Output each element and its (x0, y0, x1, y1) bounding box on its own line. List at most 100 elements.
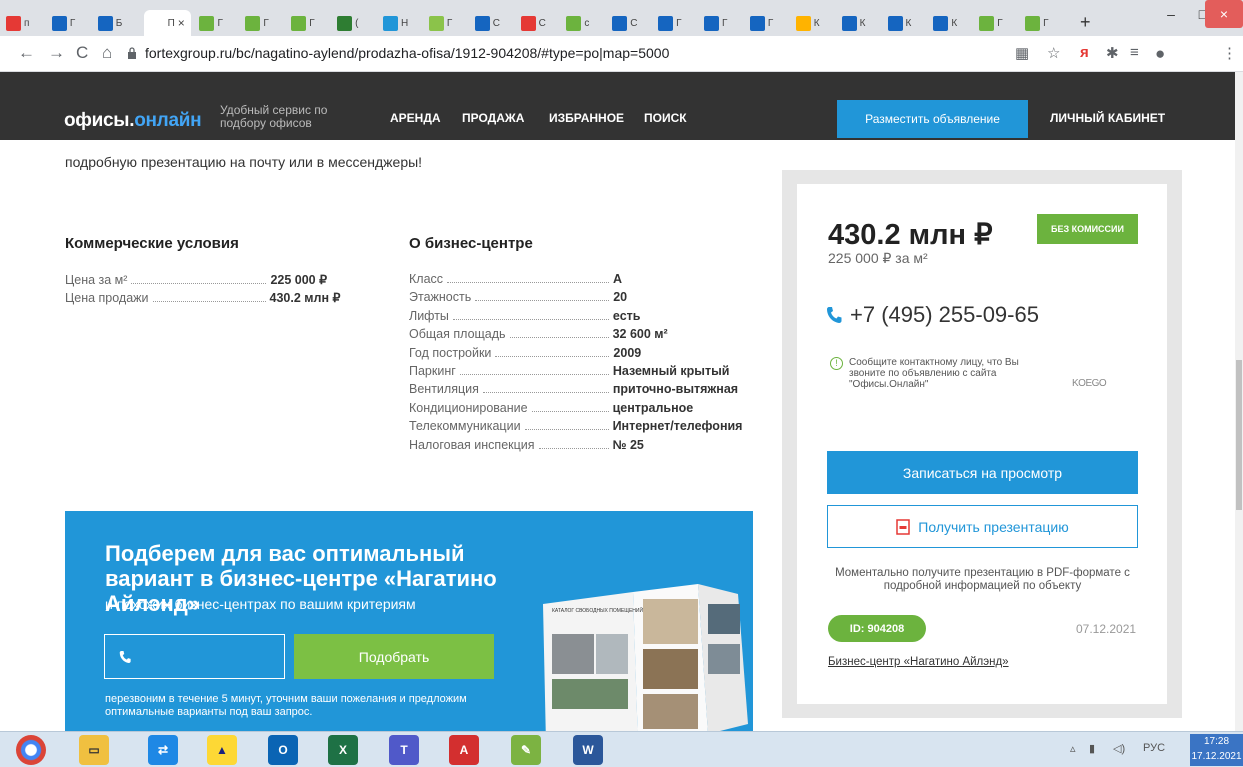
new-tab-button[interactable]: + (1080, 12, 1091, 33)
browser-tab[interactable]: Г (704, 10, 727, 36)
chrome-taskbar-icon[interactable] (16, 735, 46, 765)
browser-tab[interactable]: Г (199, 10, 223, 36)
nav-rent[interactable]: АРЕНДА (390, 111, 441, 125)
tab-title: С (630, 17, 638, 29)
excel-taskbar-icon[interactable]: X (328, 735, 358, 765)
tab-favicon-icon (566, 15, 582, 31)
browser-tab[interactable]: С (520, 10, 546, 36)
home-icon[interactable]: ⌂ (102, 43, 112, 63)
phone-link[interactable]: +7 (495) 255-09-65 (826, 302, 1039, 328)
tray-arrow-icon[interactable]: ▵ (1070, 742, 1076, 755)
forward-icon[interactable]: → (48, 43, 65, 63)
tab-favicon-icon (428, 15, 444, 31)
reload-icon[interactable]: C (76, 43, 88, 63)
browser-tab[interactable]: К (887, 10, 912, 36)
personal-cabinet-link[interactable]: ЛИЧНЫЙ КАБИНЕТ (1050, 111, 1165, 125)
extensions-icon[interactable]: ✱ (1106, 44, 1119, 62)
windows-taskbar: ▭ ⇄ ▲ O X T A ✎ W ▵ ▮ ◁) РУС 17:28 17.12… (0, 731, 1243, 767)
spec-label: Налоговая инспекция (409, 437, 535, 452)
spec-value: Интернет/телефония (612, 419, 743, 434)
lock-icon (128, 47, 136, 59)
site-logo[interactable]: офисы.онлайн (64, 110, 202, 132)
browser-tab[interactable]: Г (1025, 10, 1049, 36)
tab-title: К (905, 17, 912, 29)
spec-dotted-leader (452, 318, 609, 320)
browser-tab-active[interactable]: П × (143, 10, 191, 36)
acrobat-taskbar-icon[interactable]: A (449, 735, 479, 765)
business-center-link[interactable]: Бизнес-центр «Нагатино Айлэнд» (828, 656, 1009, 668)
browser-tab[interactable]: К (841, 10, 865, 36)
language-indicator[interactable]: РУС (1143, 742, 1165, 754)
address-bar[interactable]: fortexgroup.ru/bc/nagatino-aylend/prodaz… (145, 45, 669, 61)
scrollbar-thumb[interactable] (1236, 360, 1242, 510)
outlook-taskbar-icon[interactable]: O (268, 735, 298, 765)
spec-value: 32 600 м² (612, 327, 668, 342)
tab-close-icon[interactable]: × (178, 16, 185, 30)
word-taskbar-icon[interactable]: W (573, 735, 603, 765)
browser-tab[interactable]: ( (337, 10, 358, 36)
tab-favicon-icon (51, 15, 67, 31)
business-center-spec-row: Налоговая инспекция № 25 (409, 438, 644, 452)
spec-value: 430.2 млн ₽ (269, 291, 341, 306)
browser-tab[interactable]: С (474, 10, 500, 36)
teamviewer-taskbar-icon[interactable]: ⇄ (148, 735, 178, 765)
pick-button[interactable]: Подобрать (294, 634, 494, 679)
commercial-term-row: Цена продажи 430.2 млн ₽ (65, 290, 340, 305)
yandex-extension-icon[interactable]: я (1080, 44, 1089, 61)
browser-tab[interactable]: Г (658, 10, 682, 36)
tab-favicon-icon (887, 15, 903, 31)
nav-search[interactable]: ПОИСК (644, 111, 687, 125)
browser-tab[interactable]: Г (291, 10, 315, 36)
back-icon[interactable]: ← (18, 43, 35, 63)
close-window-button[interactable]: × (1205, 0, 1243, 28)
spec-label: Вентиляция (409, 382, 479, 397)
browser-tab[interactable]: К (933, 10, 957, 36)
browser-tab[interactable]: С (612, 10, 638, 36)
browser-tab[interactable]: Б (97, 10, 122, 36)
explorer-taskbar-icon[interactable]: ▭ (79, 735, 109, 765)
browser-tab[interactable]: Г (749, 10, 773, 36)
browser-tab[interactable]: Г (428, 10, 452, 36)
contact-note-text: Сообщите контактному лицу, что Вы звонит… (849, 357, 1019, 390)
menu-icon[interactable]: ⋮ (1222, 44, 1237, 62)
tab-favicon-icon (749, 15, 765, 31)
browser-tab[interactable]: с (566, 10, 589, 36)
browser-tab[interactable]: Г (979, 10, 1003, 36)
browser-tab[interactable]: Н (382, 10, 408, 36)
network-icon[interactable]: ▮ (1089, 742, 1095, 755)
spec-value: 20 (613, 290, 628, 305)
tab-title: С (538, 17, 546, 29)
clock-date: 17.12.2021 (1191, 751, 1242, 762)
nav-favorites[interactable]: ИЗБРАННОЕ (549, 111, 624, 125)
chart-app-taskbar-icon[interactable]: ▲ (207, 735, 237, 765)
info-icon: ! (830, 357, 843, 370)
banner-phone-input[interactable] (104, 634, 285, 679)
get-presentation-button[interactable]: Получить презентацию (827, 505, 1138, 548)
commercial-terms-title: Коммерческие условия (65, 235, 239, 252)
tab-favicon-icon (979, 15, 995, 31)
browser-tab[interactable]: п (6, 10, 29, 36)
nav-sale[interactable]: ПРОДАЖА (462, 111, 524, 125)
tab-favicon-icon (474, 15, 490, 31)
browser-tab[interactable]: Г (51, 10, 75, 36)
teams-taskbar-icon[interactable]: T (389, 735, 419, 765)
business-center-spec-row: Класс A (409, 272, 622, 286)
translate-icon[interactable]: ▦ (1015, 44, 1029, 62)
volume-icon[interactable]: ◁) (1113, 742, 1125, 755)
system-clock[interactable]: 17:28 17.12.2021 (1190, 734, 1243, 766)
tab-favicon-icon (149, 15, 165, 31)
reading-list-icon[interactable]: ≡ (1130, 44, 1139, 61)
browser-tab[interactable]: К (795, 10, 820, 36)
browser-tab[interactable]: Г (245, 10, 269, 36)
spec-dotted-leader (524, 429, 609, 431)
bookmark-star-icon[interactable]: ☆ (1047, 44, 1060, 62)
book-viewing-button[interactable]: Записаться на просмотр (827, 451, 1138, 494)
tab-title: С (492, 17, 500, 29)
tab-favicon-icon (520, 15, 536, 31)
tab-favicon-icon (97, 15, 113, 31)
profile-icon[interactable]: ● (1155, 44, 1165, 64)
spec-label: Паркинг (409, 364, 456, 378)
paint-taskbar-icon[interactable]: ✎ (511, 735, 541, 765)
post-listing-button[interactable]: Разместить объявление (837, 100, 1028, 138)
business-center-spec-row: Год постройки 2009 (409, 346, 641, 360)
